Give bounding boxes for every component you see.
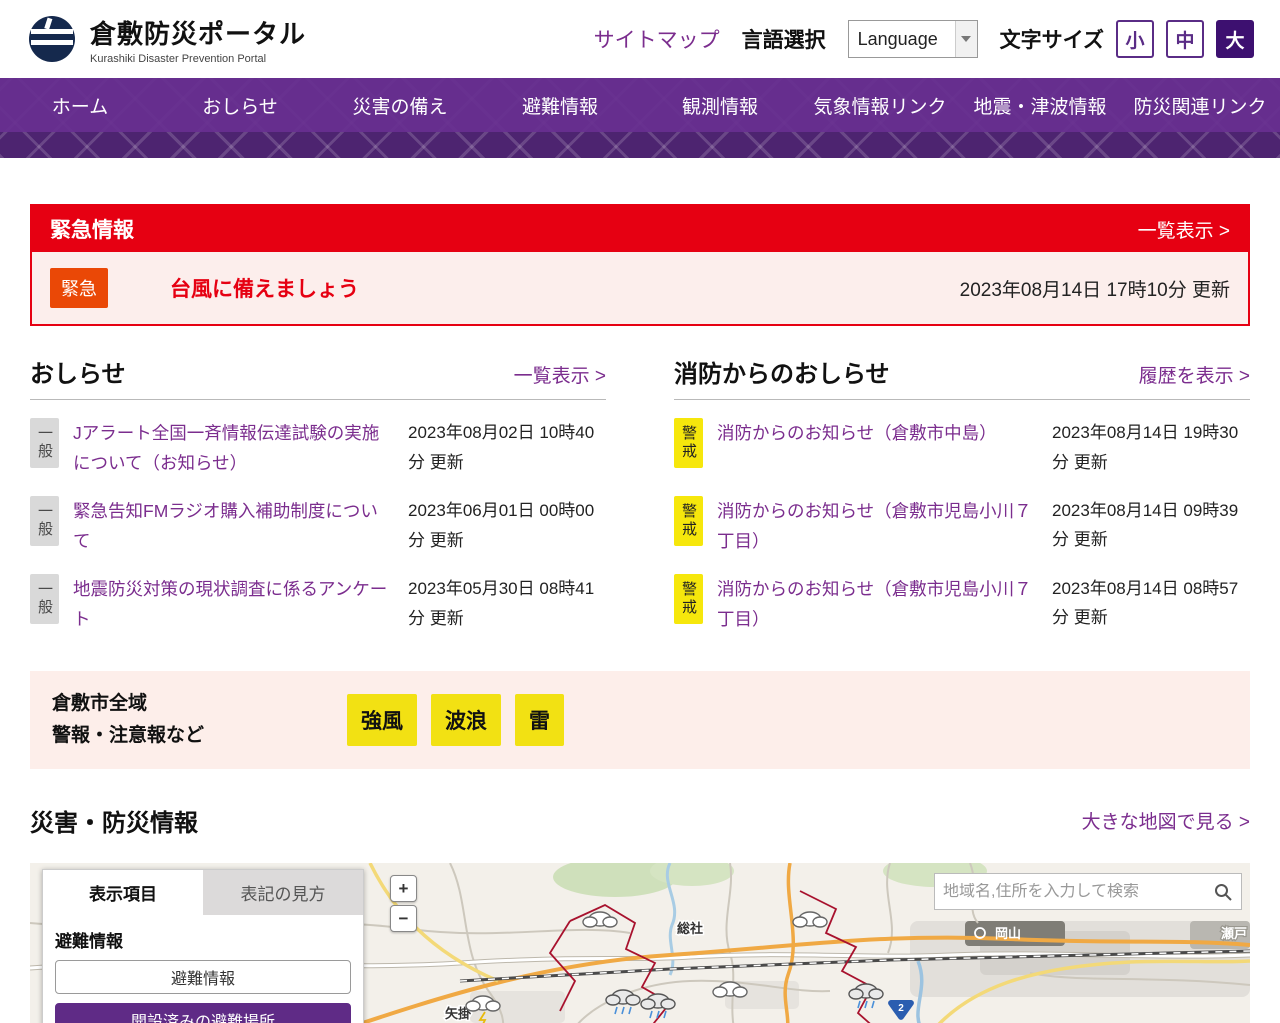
- category-badge: 一般: [30, 574, 59, 624]
- site-brand[interactable]: 倉敷防災ポータル Kurashiki Disaster Prevention P…: [90, 14, 306, 65]
- notice-updated: 2023年06月01日 00時00分 更新: [408, 496, 606, 556]
- notice-updated: 2023年08月02日 10時40分 更新: [408, 418, 606, 478]
- font-size-medium-button[interactable]: 中: [1166, 20, 1204, 58]
- emergency-message-link[interactable]: 台風に備えましょう: [170, 273, 359, 303]
- nav-item-preparedness[interactable]: 災害の備え: [320, 78, 480, 132]
- nav-item-earthquake-tsunami[interactable]: 地震・津波情報: [960, 78, 1120, 132]
- evacuation-group-label: 避難情報: [55, 927, 351, 952]
- notices-header: おしらせ 一覧表示 >: [30, 354, 606, 400]
- news-columns: おしらせ 一覧表示 > 一般 Jアラート全国一斉情報伝達試験の実施について（お知…: [30, 354, 1250, 635]
- warnings-area-line1: 倉敷市全域: [52, 688, 277, 720]
- header-utilities: サイトマップ 言語選択 Language 文字サイズ 小 中 大: [594, 20, 1254, 58]
- fire-notices-history-link[interactable]: 履歴を表示 >: [1139, 361, 1250, 388]
- font-size-large-button[interactable]: 大: [1216, 20, 1254, 58]
- map-search-input[interactable]: [943, 883, 1213, 901]
- emergency-list-link[interactable]: 一覧表示 >: [1138, 216, 1230, 243]
- nav-item-weather-links[interactable]: 気象情報リンク: [800, 78, 960, 132]
- notices-column: おしらせ 一覧表示 > 一般 Jアラート全国一斉情報伝達試験の実施について（お知…: [30, 354, 606, 635]
- disaster-map[interactable]: 2 総社 岡山 瀬戸 矢掛: [30, 863, 1250, 1023]
- emergency-section: 緊急情報 一覧表示 > 緊急 台風に備えましょう 2023年08月14日 17時…: [30, 204, 1250, 326]
- nav-item-evacuation[interactable]: 避難情報: [480, 78, 640, 132]
- notices-title: おしらせ: [30, 354, 126, 389]
- fire-notice-link[interactable]: 消防からのお知らせ（倉敷市中島）: [717, 418, 1038, 448]
- nav-background-pattern: ホーム おしらせ 災害の備え 避難情報 観測情報 気象情報リンク 地震・津波情報…: [0, 78, 1280, 158]
- warnings-section: 倉敷市全域 警報・注意報など 強風 波浪 雷: [30, 671, 1250, 770]
- map-section-title: 災害・防災情報: [30, 803, 198, 838]
- route-2-label: 2: [898, 1003, 904, 1014]
- search-icon[interactable]: [1213, 882, 1233, 902]
- map-zoom-controls: + −: [390, 875, 417, 932]
- open-shelters-button[interactable]: 開設済みの避難場所: [55, 1003, 351, 1023]
- font-size-small-button[interactable]: 小: [1116, 20, 1154, 58]
- language-select[interactable]: Language: [848, 20, 978, 58]
- warning-badge-strong-wind[interactable]: 強風: [347, 694, 417, 746]
- tab-display-items[interactable]: 表示項目: [43, 870, 203, 915]
- fire-notice-link[interactable]: 消防からのお知らせ（倉敷市児島小川７丁目）: [717, 574, 1038, 634]
- notice-link[interactable]: 地震防災対策の現状調査に係るアンケート: [73, 574, 394, 634]
- chevron-down-icon: [955, 21, 977, 57]
- site-header: 倉敷防災ポータル Kurashiki Disaster Prevention P…: [0, 0, 1280, 78]
- warning-badge-high-waves[interactable]: 波浪: [431, 694, 501, 746]
- sitemap-link[interactable]: サイトマップ: [594, 24, 720, 54]
- alert-badge: 警戒: [674, 418, 703, 468]
- zoom-in-button[interactable]: +: [390, 875, 417, 902]
- nav-item-related-links[interactable]: 防災関連リンク: [1120, 78, 1280, 132]
- fire-notice-updated: 2023年08月14日 09時39分 更新: [1052, 496, 1250, 556]
- font-size-group: 文字サイズ 小 中 大: [1000, 20, 1254, 58]
- warnings-area-line2: 警報・注意報など: [52, 720, 277, 752]
- map-label-seto: 瀬戸: [1221, 926, 1247, 941]
- emergency-header: 緊急情報 一覧表示 >: [32, 206, 1248, 252]
- nav-item-observation[interactable]: 観測情報: [640, 78, 800, 132]
- fire-notice-updated: 2023年08月14日 19時30分 更新: [1052, 418, 1250, 478]
- nav-item-home[interactable]: ホーム: [0, 78, 160, 132]
- site-logo-icon: [26, 13, 78, 65]
- category-badge: 一般: [30, 496, 59, 546]
- nav-item-notices[interactable]: おしらせ: [160, 78, 320, 132]
- map-label-sojya: 総社: [677, 921, 703, 936]
- list-item: 警戒 消防からのお知らせ（倉敷市児島小川７丁目） 2023年08月14日 08時…: [674, 574, 1250, 634]
- emergency-updated: 2023年08月14日 17時10分 更新: [960, 275, 1230, 302]
- warning-badges: 強風 波浪 雷: [347, 694, 564, 746]
- emergency-badge: 緊急: [50, 268, 108, 308]
- list-item: 警戒 消防からのお知らせ（倉敷市児島小川７丁目） 2023年08月14日 09時…: [674, 496, 1250, 556]
- alert-badge: 警戒: [674, 496, 703, 546]
- notices-list-link[interactable]: 一覧表示 >: [514, 361, 606, 388]
- notice-link[interactable]: Jアラート全国一斉情報伝達試験の実施について（お知らせ）: [73, 418, 394, 478]
- svg-text:岡山: 岡山: [995, 926, 1021, 941]
- language-select-value: Language: [849, 29, 955, 50]
- list-item: 一般 緊急告知FMラジオ購入補助制度について 2023年06月01日 00時00…: [30, 496, 606, 556]
- map-layers-panel: 表示項目 表記の見方 避難情報 避難情報 開設済みの避難場所: [42, 869, 364, 1023]
- fire-notice-link[interactable]: 消防からのお知らせ（倉敷市児島小川７丁目）: [717, 496, 1038, 556]
- emergency-item: 緊急 台風に備えましょう 2023年08月14日 17時10分 更新: [32, 252, 1248, 324]
- map-panel-body: 避難情報 避難情報 開設済みの避難場所: [43, 915, 363, 1023]
- fire-notices-header: 消防からのおしらせ 履歴を表示 >: [674, 354, 1250, 400]
- zoom-out-button[interactable]: −: [390, 905, 417, 932]
- language-label: 言語選択: [742, 24, 826, 54]
- map-search-box: [934, 873, 1242, 910]
- main-nav: ホーム おしらせ 災害の備え 避難情報 観測情報 気象情報リンク 地震・津波情報…: [0, 78, 1280, 132]
- notice-updated: 2023年05月30日 08時41分 更新: [408, 574, 606, 634]
- fire-notice-updated: 2023年08月14日 08時57分 更新: [1052, 574, 1250, 634]
- map-panel-tabs: 表示項目 表記の見方: [43, 870, 363, 915]
- list-item: 一般 地震防災対策の現状調査に係るアンケート 2023年05月30日 08時41…: [30, 574, 606, 634]
- map-section-header: 災害・防災情報 大きな地図で見る >: [30, 803, 1250, 837]
- warning-badge-thunder[interactable]: 雷: [515, 694, 564, 746]
- fire-notices-title: 消防からのおしらせ: [674, 354, 890, 389]
- list-item: 一般 Jアラート全国一斉情報伝達試験の実施について（お知らせ） 2023年08月…: [30, 418, 606, 478]
- category-badge: 一般: [30, 418, 59, 468]
- tab-legend[interactable]: 表記の見方: [203, 870, 363, 915]
- notice-link[interactable]: 緊急告知FMラジオ購入補助制度について: [73, 496, 394, 556]
- list-item: 警戒 消防からのお知らせ（倉敷市中島） 2023年08月14日 19時30分 更…: [674, 418, 1250, 478]
- fire-notices-column: 消防からのおしらせ 履歴を表示 > 警戒 消防からのお知らせ（倉敷市中島） 20…: [674, 354, 1250, 635]
- font-size-label: 文字サイズ: [1000, 24, 1104, 54]
- site-subtitle: Kurashiki Disaster Prevention Portal: [90, 53, 306, 65]
- warnings-area-label: 倉敷市全域 警報・注意報など: [52, 688, 277, 753]
- large-map-link[interactable]: 大きな地図で見る >: [1082, 807, 1250, 834]
- alert-badge: 警戒: [674, 574, 703, 624]
- evacuation-info-button[interactable]: 避難情報: [55, 960, 351, 994]
- emergency-title: 緊急情報: [50, 214, 134, 244]
- site-title: 倉敷防災ポータル: [90, 14, 306, 51]
